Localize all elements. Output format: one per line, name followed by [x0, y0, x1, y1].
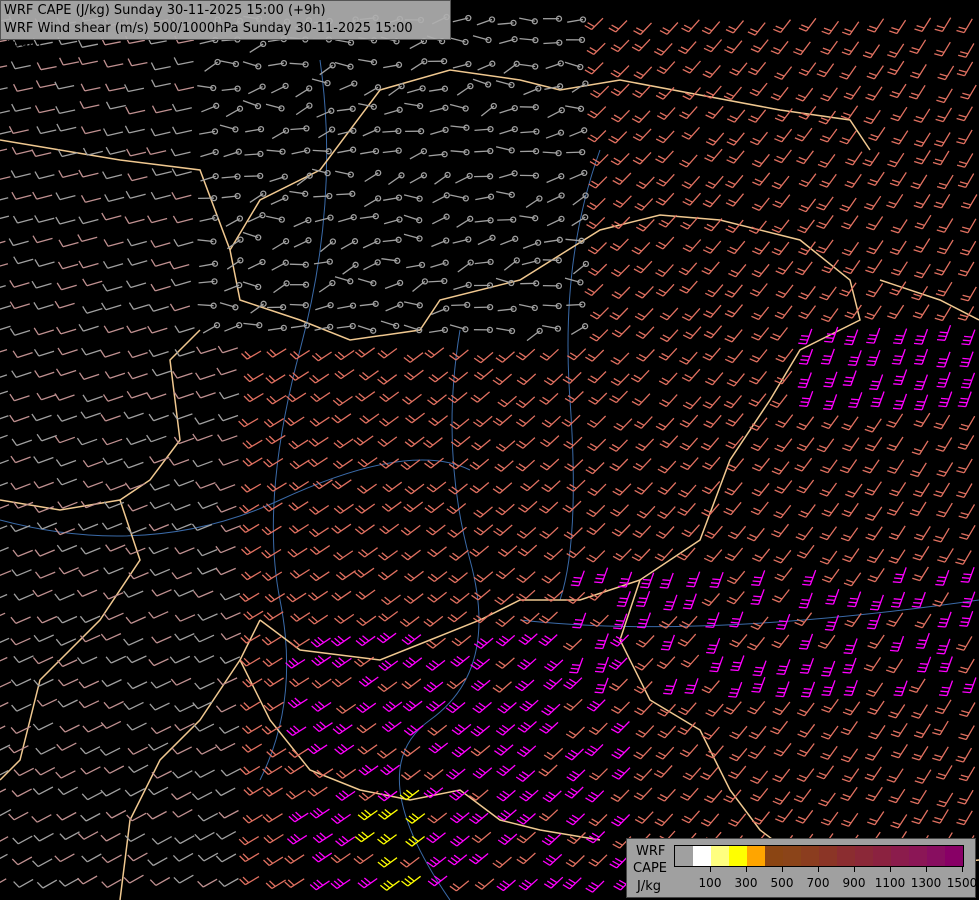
barb-shaft: [289, 303, 306, 306]
legend-tick-label: 1500: [946, 876, 978, 890]
legend-tick-label: 500: [770, 876, 794, 890]
legend-tick-label: 1100: [874, 876, 906, 890]
legend-tick-label: 300: [734, 876, 758, 890]
barb-shaft: [474, 150, 491, 153]
barb-shaft: [289, 263, 306, 266]
legend-tick: [962, 867, 963, 872]
barb-shaft: [428, 280, 445, 283]
weather-map: [0, 0, 979, 900]
legend-tick: [926, 867, 927, 872]
barb-shaft: [566, 151, 583, 154]
legend-swatch: [909, 846, 927, 866]
legend-label-unit: J/kg: [637, 879, 661, 894]
barb-shaft: [312, 149, 329, 152]
legend-swatch: [837, 846, 855, 866]
legend-swatch: [945, 846, 963, 866]
legend-tick-label: 100: [698, 876, 722, 890]
barb-shaft: [336, 193, 353, 196]
legend-swatch: [855, 846, 873, 866]
legend-ticks: 100 300 500 700 900 1100 1300 1500: [674, 867, 977, 895]
legend-swatch: [765, 846, 783, 866]
legend-swatch: [891, 846, 909, 866]
legend-swatch: [819, 846, 837, 866]
cape-title: WRF CAPE (J/kg) Sunday 30-11-2025 15:00 …: [4, 3, 326, 18]
legend-tick: [710, 867, 711, 872]
legend-label-field: CAPE: [633, 861, 668, 876]
wind-shear-title: WRF Wind shear (m/s) 500/1000hPa Sunday …: [4, 21, 413, 54]
barb-shaft: [313, 195, 330, 198]
barb-shaft: [566, 303, 583, 306]
legend-swatch: [927, 846, 945, 866]
map-title: WRF CAPE (J/kg) Sunday 30-11-2025 15:00 …: [0, 0, 451, 54]
legend-swatch: [873, 846, 891, 866]
legend-tick: [746, 867, 747, 872]
barb-shaft: [451, 304, 468, 307]
legend-swatch: [747, 846, 765, 866]
legend-tick-label: 900: [842, 876, 866, 890]
barb-shaft: [497, 218, 514, 221]
legend-tick: [782, 867, 783, 872]
legend-label-model: WRF: [636, 844, 666, 859]
legend-swatch: [801, 846, 819, 866]
legend-tick: [890, 867, 891, 872]
legend-swatch: [693, 846, 711, 866]
legend-tick-label: 1300: [910, 876, 942, 890]
barb-shaft: [543, 41, 560, 45]
legend-colorbar: [674, 845, 964, 867]
legend-swatch: [711, 846, 729, 866]
legend-tick: [818, 867, 819, 872]
legend-tick-label: 700: [806, 876, 830, 890]
legend-tick: [854, 867, 855, 872]
legend-swatch: [675, 846, 693, 866]
barb-shaft: [244, 175, 261, 178]
barb-shaft: [542, 259, 559, 261]
barb-shaft: [542, 304, 559, 307]
cape-legend: WRF CAPE J/kg 100 300 500 700 900 1100 1300 150…: [626, 838, 977, 898]
legend-swatch: [783, 846, 801, 866]
legend-swatch: [729, 846, 747, 866]
